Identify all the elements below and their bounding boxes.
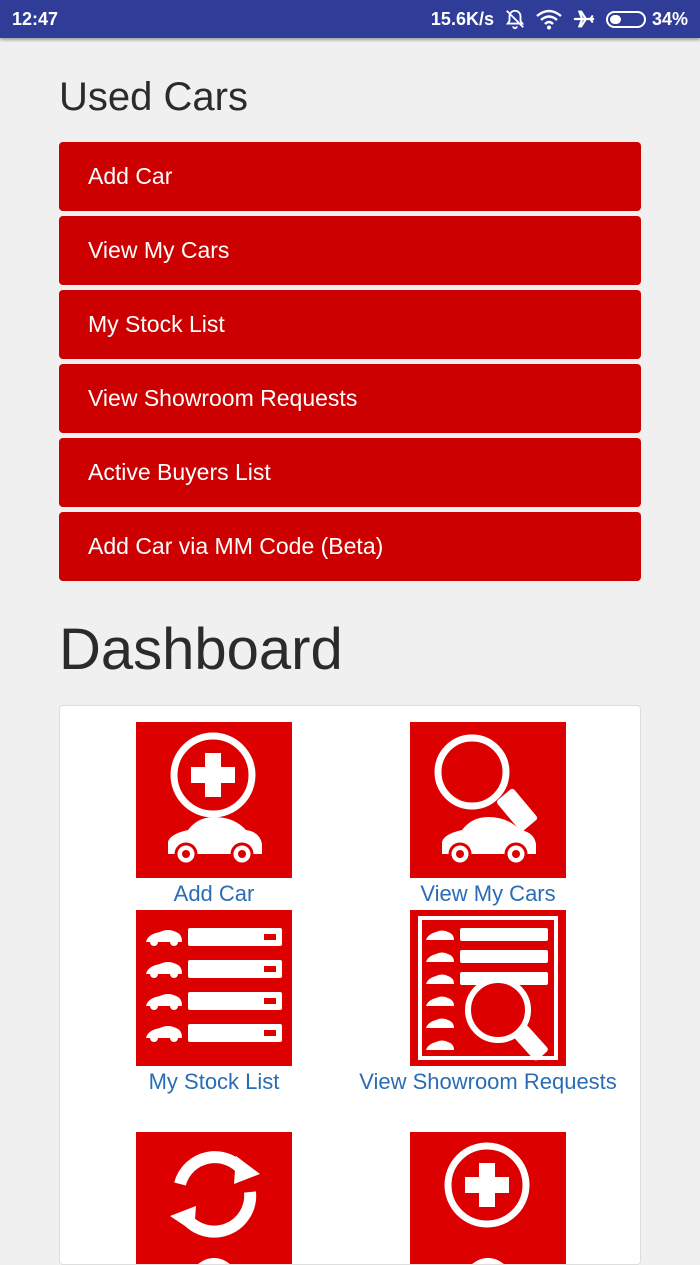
dashboard-tile-view-my-cars[interactable]: View My Cars bbox=[351, 722, 625, 910]
add-car-mm-code-button[interactable]: Add Car via MM Code (Beta) bbox=[59, 512, 641, 581]
used-cars-menu: Add Car View My Cars My Stock List View … bbox=[59, 142, 641, 581]
tile-label-add-car[interactable]: Add Car bbox=[77, 877, 351, 910]
status-icons: 15.6K/s 34% bbox=[431, 8, 688, 30]
active-buyers-list-button[interactable]: Active Buyers List bbox=[59, 438, 641, 507]
add-car-button[interactable]: Add Car bbox=[59, 142, 641, 211]
dashboard-title: Dashboard bbox=[59, 617, 343, 682]
search-car-icon[interactable] bbox=[410, 722, 566, 878]
main-content: Used Cars Add Car View My Cars My Stock … bbox=[59, 38, 641, 1265]
dashboard-tile-refresh[interactable] bbox=[77, 1132, 351, 1265]
status-bar: 12:47 15.6K/s 34% bbox=[0, 0, 700, 38]
my-stock-list-button[interactable]: My Stock List bbox=[59, 290, 641, 359]
mute-icon bbox=[504, 8, 526, 30]
tile-label-view-showroom-requests[interactable]: View Showroom Requests bbox=[351, 1065, 625, 1098]
battery-percent: 34% bbox=[651, 8, 688, 29]
dashboard-panel: Add Car View My Cars My Stock List View … bbox=[59, 705, 641, 1265]
battery-indicator: 34% bbox=[605, 8, 688, 30]
add-icon[interactable] bbox=[410, 1132, 566, 1265]
view-showroom-requests-button[interactable]: View Showroom Requests bbox=[59, 364, 641, 433]
battery-fill bbox=[609, 14, 621, 24]
wifi-icon bbox=[536, 8, 562, 30]
network-speed: 15.6K/s bbox=[430, 8, 494, 29]
refresh-icon[interactable] bbox=[136, 1132, 292, 1265]
airplane-icon bbox=[572, 8, 596, 30]
tile-label-my-stock-list[interactable]: My Stock List bbox=[77, 1065, 351, 1098]
showroom-requests-icon[interactable] bbox=[410, 910, 566, 1066]
view-my-cars-button[interactable]: View My Cars bbox=[59, 216, 641, 285]
status-time: 12:47 bbox=[12, 8, 59, 29]
dashboard-tile-my-stock-list[interactable]: My Stock List bbox=[77, 910, 351, 1098]
dashboard-tile-add-car[interactable]: Add Car bbox=[77, 722, 351, 910]
battery-icon bbox=[605, 10, 646, 28]
dashboard-tile-view-showroom-requests[interactable]: View Showroom Requests bbox=[351, 910, 625, 1098]
stock-list-icon[interactable] bbox=[136, 910, 292, 1066]
used-cars-title: Used Cars bbox=[59, 75, 248, 119]
dashboard-tile-add[interactable] bbox=[351, 1132, 625, 1265]
tile-label-view-my-cars[interactable]: View My Cars bbox=[351, 877, 625, 910]
add-car-icon[interactable] bbox=[136, 722, 292, 878]
